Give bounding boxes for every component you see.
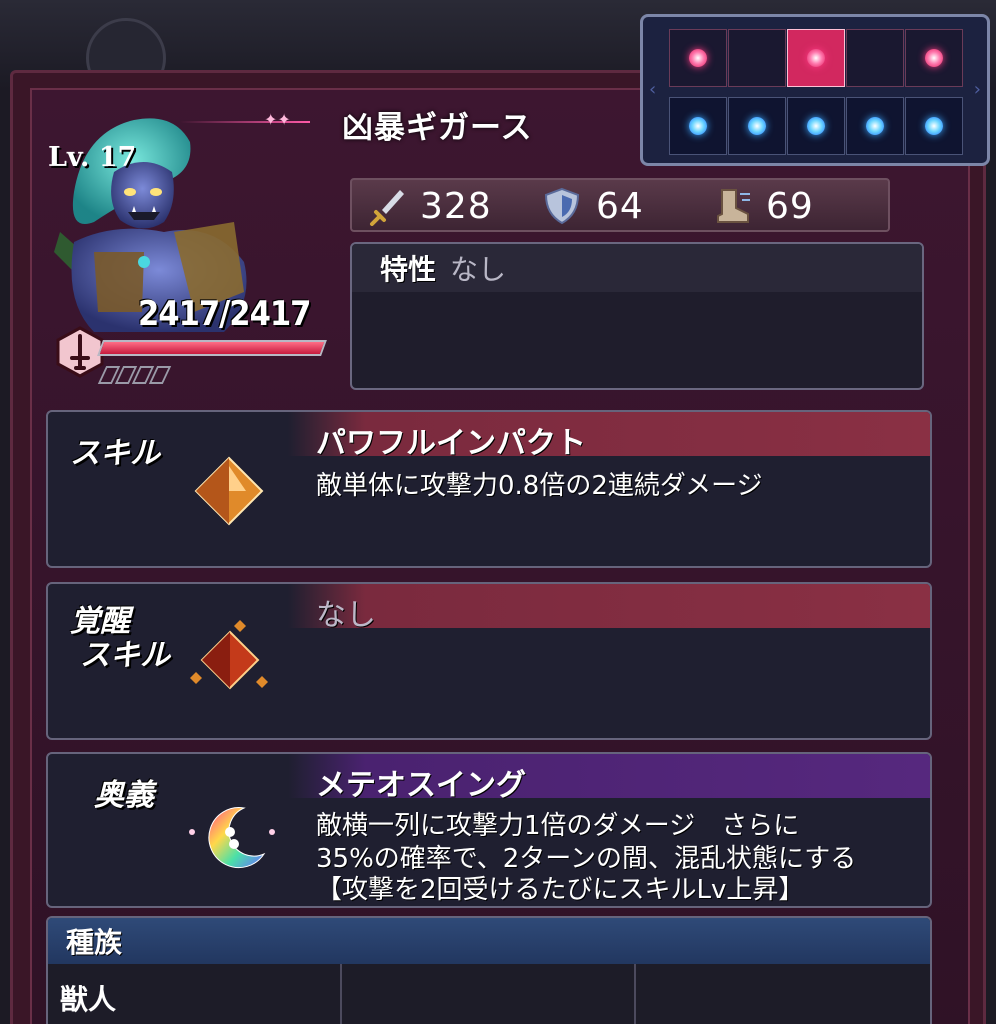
attack-value: 328 — [420, 185, 492, 227]
trait-value: なし — [450, 253, 507, 286]
sword-icon — [370, 190, 404, 226]
ougi-label: 奥義 — [94, 778, 154, 813]
skill-title: パワフルインパクト — [316, 426, 586, 461]
awakened-skill-label-2: スキル — [80, 638, 170, 673]
defense-value: 64 — [596, 185, 644, 227]
formation-cell — [787, 97, 845, 155]
formation-cell — [846, 29, 904, 87]
ougi-description-2: 35%の確率で、2ターンの間、混乱状態にする — [316, 844, 857, 874]
hp-gauge — [50, 326, 330, 388]
unit-position-dot — [689, 117, 707, 135]
unit-level: Lv. 17 — [48, 142, 137, 173]
hp-bar — [97, 340, 327, 356]
species-table: 種族 獣人 — [46, 916, 932, 1024]
unit-position-dot — [866, 117, 884, 135]
unit-position-dot — [748, 117, 766, 135]
awakened-skill-title-band — [288, 584, 930, 628]
stat-defense: 64 — [542, 184, 644, 228]
formation-cell — [905, 97, 963, 155]
skill-crystal-icon — [194, 456, 264, 526]
species-cell — [342, 964, 636, 1024]
unit-position-dot — [689, 49, 707, 67]
species-header: 種族 — [48, 918, 930, 964]
ougi-card[interactable]: 奥義 メテオスイング 敵横一列に攻撃力1倍のダメージ さらに 35%の確率で、2… — [46, 752, 932, 908]
unit-position-dot — [925, 49, 943, 67]
formation-cell — [787, 29, 845, 87]
stat-attack: 328 — [366, 184, 492, 228]
unit-position-dot — [807, 49, 825, 67]
chevron-right-icon: › — [973, 79, 981, 100]
awakened-skill-title: なし — [316, 598, 376, 633]
formation-cell — [669, 29, 727, 87]
speed-value: 69 — [766, 185, 814, 227]
formation-cell — [846, 97, 904, 155]
species-cell — [636, 964, 930, 1024]
unit-position-dot — [807, 117, 825, 135]
skill-description: 敵単体に攻撃力0.8倍の2連続ダメージ — [316, 471, 763, 501]
trait-box: 特性 なし — [350, 242, 924, 390]
ougi-title: メテオスイング — [316, 768, 526, 803]
hp-bar-fill — [99, 342, 325, 354]
formation-cell — [728, 97, 786, 155]
formation-cell — [905, 29, 963, 87]
skill-gauge-slots — [97, 366, 172, 384]
chevron-left-icon: ‹ — [649, 79, 657, 100]
trait-label: 特性 — [380, 253, 437, 286]
boot-icon — [717, 189, 750, 223]
skill-label: スキル — [70, 436, 160, 471]
awakened-skill-label-1: 覚醒 — [70, 604, 130, 639]
stat-speed: 69 — [712, 184, 814, 228]
shield-icon — [544, 187, 580, 225]
awakened-crystal-icon — [190, 620, 268, 690]
unit-position-dot — [925, 117, 943, 135]
ougi-description-3: 【攻撃を2回受けるたびにスキルLv上昇】 — [316, 875, 805, 905]
skill-card[interactable]: スキル パワフルインパクト 敵単体に攻撃力0.8倍の2連続ダメージ — [46, 410, 932, 568]
stats-bar: 328 64 69 — [350, 178, 890, 232]
formation-cell — [669, 97, 727, 155]
crescent-moon-icon — [189, 807, 275, 869]
formation-back-row — [669, 97, 967, 157]
species-cell: 獣人 — [48, 964, 342, 1024]
awakened-skill-card[interactable]: 覚醒 スキル なし — [46, 582, 932, 740]
unit-name: 凶暴ギガース — [342, 110, 533, 146]
formation-panel: ‹ › — [640, 14, 990, 166]
ougi-description-1: 敵横一列に攻撃力1倍のダメージ さらに — [316, 811, 800, 841]
formation-cell — [728, 29, 786, 87]
formation-front-row — [669, 29, 967, 89]
species-header-label: 種族 — [66, 926, 123, 959]
